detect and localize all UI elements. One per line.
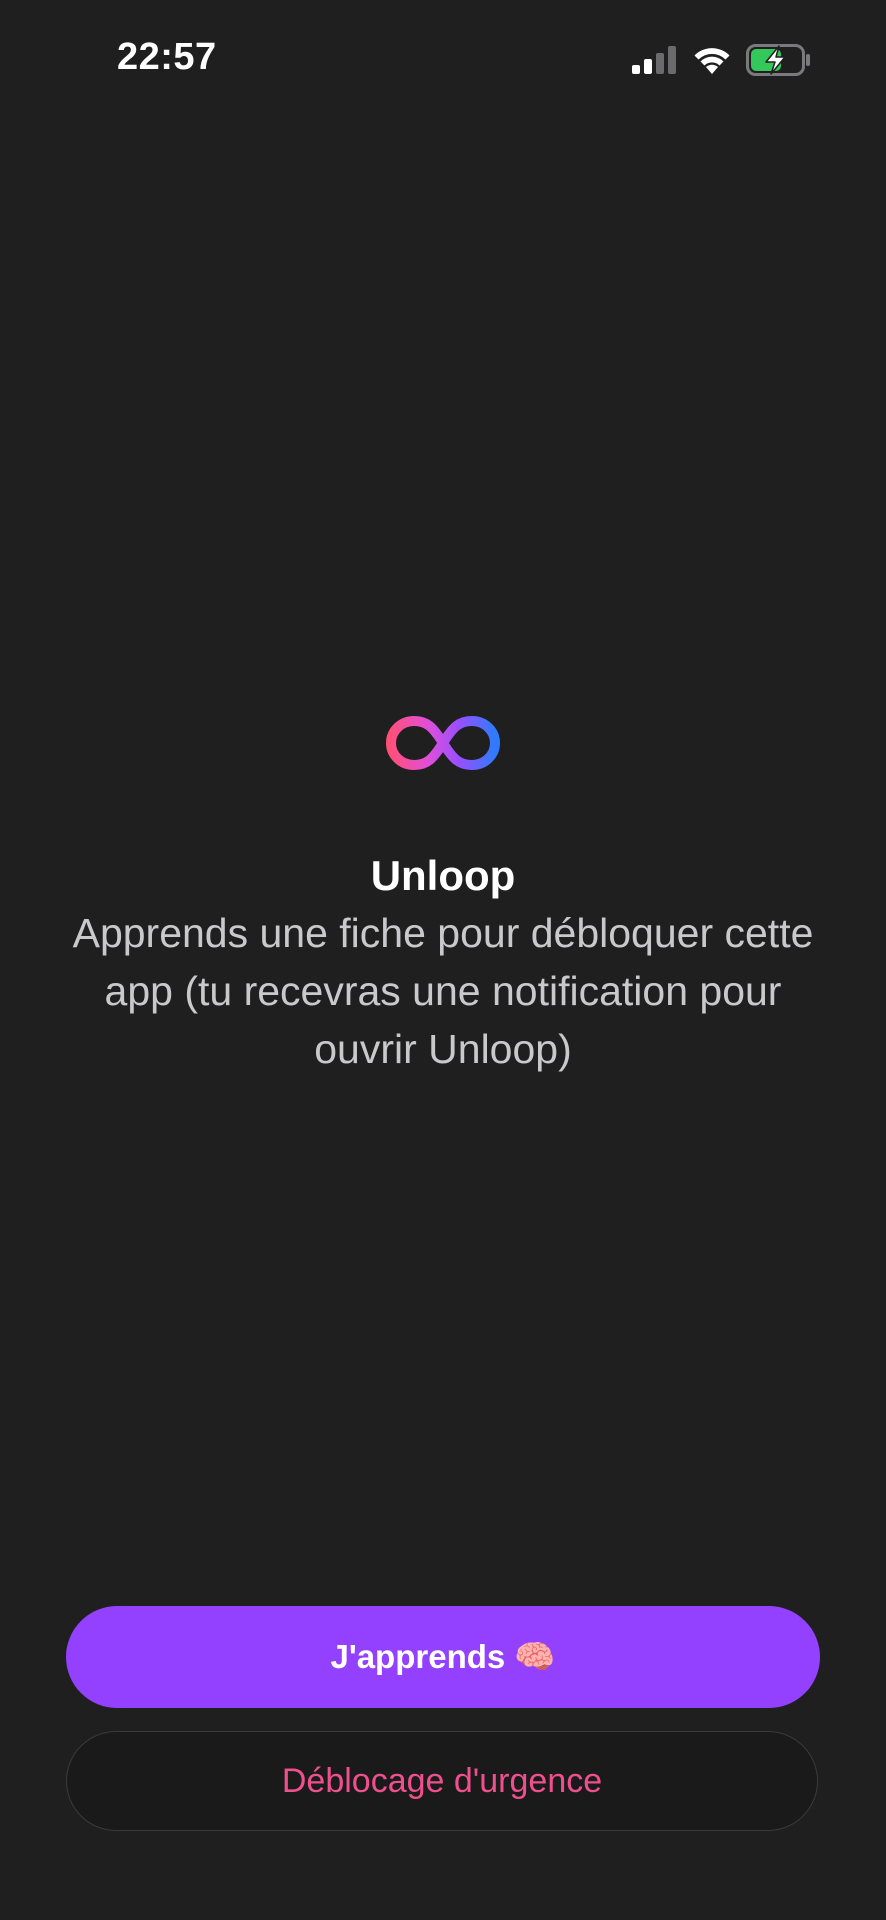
- wifi-icon: [692, 45, 732, 75]
- status-bar: 22:57: [0, 0, 886, 120]
- battery-charging-icon: [746, 44, 812, 76]
- learn-button[interactable]: J'apprends 🧠: [66, 1606, 820, 1708]
- app-title: Unloop: [370, 852, 516, 899]
- cellular-signal-icon: [632, 46, 678, 74]
- emergency-unlock-button[interactable]: Déblocage d'urgence: [66, 1731, 818, 1831]
- status-time: 22:57: [117, 36, 217, 78]
- app-message: Apprends une fiche pour débloquer cette …: [72, 910, 814, 1072]
- status-icons: [632, 42, 812, 78]
- infinity-icon: [381, 712, 505, 774]
